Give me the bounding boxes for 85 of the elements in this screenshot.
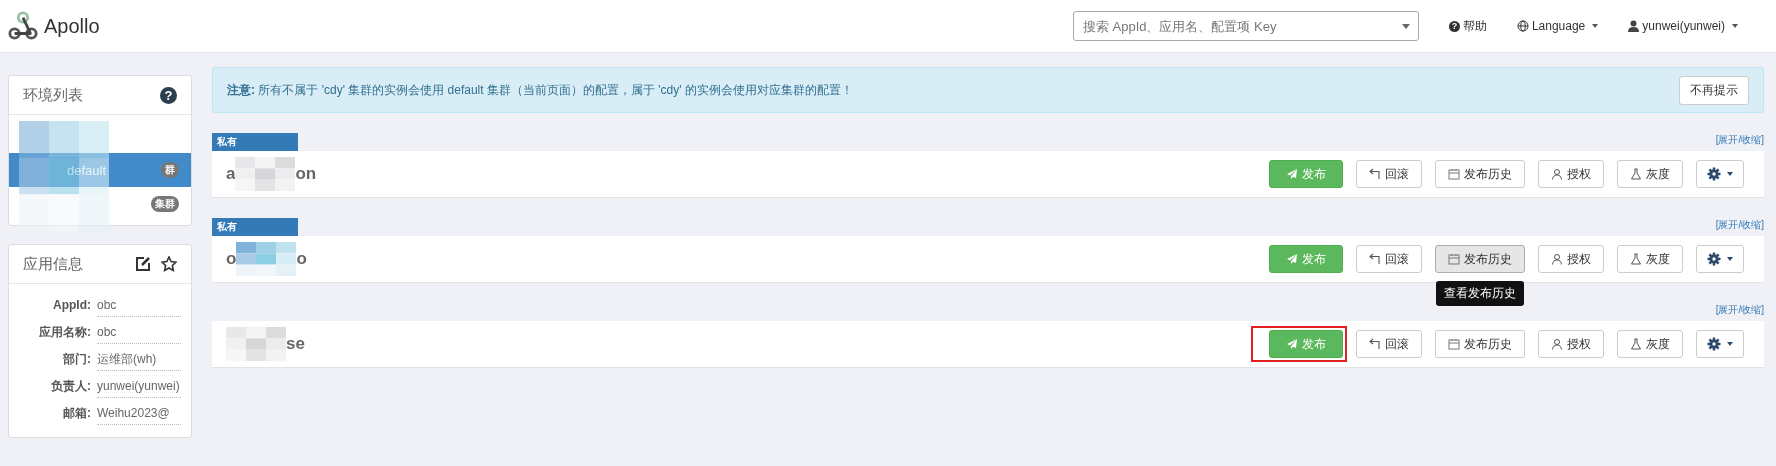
- cluster-item[interactable]: 集群: [9, 187, 191, 221]
- grant-button[interactable]: 授权: [1538, 245, 1604, 273]
- tooltip: 查看发布历史: [1436, 281, 1524, 306]
- field-value: obc: [97, 321, 181, 344]
- gear-icon: [1707, 252, 1721, 266]
- language-menu[interactable]: Language: [1516, 19, 1599, 33]
- canary-release-button[interactable]: 灰度: [1617, 160, 1683, 188]
- history-button[interactable]: 发布历史: [1435, 245, 1525, 273]
- cluster-badge: 群: [161, 162, 179, 178]
- rollback-button[interactable]: 回滚: [1356, 330, 1422, 358]
- canary-release-button[interactable]: 灰度: [1617, 330, 1683, 358]
- cluster-item[interactable]: default 群: [9, 153, 191, 187]
- field-label: 部门:: [62, 351, 92, 368]
- notice-text: 注意: 所有不属于 'cdy' 集群的实例会使用 default 集群（当前页面）的配置，属于 'cdy' 的实例会使用对应集群的配置！: [227, 81, 853, 99]
- logo-icon: [8, 11, 38, 41]
- field-value: 运维部(wh): [97, 348, 181, 371]
- namespace-name: o: [226, 249, 237, 269]
- flask-icon: [1630, 338, 1642, 350]
- expand-collapse-link[interactable]: [展开/收缩]: [1715, 133, 1764, 147]
- namespace-name: a: [226, 164, 236, 184]
- gear-icon: [1707, 167, 1721, 181]
- grant-button[interactable]: 授权: [1538, 160, 1604, 188]
- cluster-badge: 集群: [151, 196, 179, 212]
- send-icon: [1286, 253, 1298, 265]
- globe-icon: [1516, 20, 1529, 32]
- help-icon[interactable]: ?: [160, 86, 177, 104]
- redaction-mosaic: [226, 327, 286, 361]
- dismiss-button[interactable]: 不再提示: [1679, 75, 1749, 105]
- panel-title: 应用信息: [23, 254, 83, 274]
- settings-menu-button[interactable]: [1696, 330, 1744, 358]
- undo-icon: [1369, 338, 1381, 350]
- settings-menu-button[interactable]: [1696, 245, 1744, 273]
- help-icon: ?: [1448, 20, 1460, 32]
- undo-icon: [1369, 253, 1381, 265]
- namespace-tag: 私有: [212, 218, 298, 236]
- canary-release-button[interactable]: 灰度: [1617, 245, 1683, 273]
- send-icon: [1286, 168, 1298, 180]
- expand-collapse-link[interactable]: [展开/收缩]: [1715, 303, 1764, 317]
- namespace-name: o: [296, 249, 307, 269]
- namespace-name: se: [286, 334, 305, 354]
- user-menu[interactable]: yunwei(yunwei): [1628, 19, 1738, 33]
- field-value: yunwei(yunwei): [97, 375, 181, 398]
- edit-icon[interactable]: [135, 256, 151, 272]
- caret-icon: [1727, 257, 1733, 261]
- star-icon[interactable]: [161, 256, 177, 272]
- field-label: 负责人:: [50, 378, 92, 395]
- panel-title: 环境列表: [23, 85, 83, 105]
- history-button[interactable]: 发布历史: [1435, 160, 1525, 188]
- field-label: AppId:: [52, 297, 92, 314]
- expand-collapse-link[interactable]: [展开/收缩]: [1715, 218, 1764, 232]
- redaction-mosaic: [235, 157, 296, 191]
- namespace-tag: 私有: [212, 133, 298, 151]
- help-link[interactable]: ? 帮助: [1448, 17, 1487, 35]
- rollback-button[interactable]: 回滚: [1356, 245, 1422, 273]
- field-value: obc: [97, 294, 181, 317]
- user-icon: [1551, 253, 1563, 265]
- grant-button[interactable]: 授权: [1538, 330, 1604, 358]
- user-icon: [1628, 20, 1640, 32]
- field-value: Weihu2023@: [97, 402, 181, 425]
- caret-icon: [1592, 24, 1599, 28]
- search-input[interactable]: 搜索 AppId、应用名、配置项 Key: [1080, 17, 1385, 35]
- field-label: 应用名称:: [38, 324, 92, 341]
- field-label: 邮箱:: [62, 405, 92, 422]
- app-logo-text: Apollo: [44, 14, 100, 38]
- redaction-mosaic: [236, 242, 297, 276]
- user-icon: [1551, 338, 1563, 350]
- caret-icon: [1732, 24, 1738, 28]
- search-field[interactable]: 搜索 AppId、应用名、配置项 Key: [1072, 11, 1419, 41]
- cluster-name: default: [67, 162, 107, 178]
- caret-icon: [1401, 24, 1410, 29]
- user-icon: [1551, 168, 1563, 180]
- caret-icon: [1727, 172, 1733, 176]
- flask-icon: [1630, 253, 1642, 265]
- calendar-icon: [1448, 253, 1460, 265]
- history-button[interactable]: 发布历史: [1435, 330, 1525, 358]
- send-icon: [1286, 338, 1298, 350]
- caret-icon: [1727, 342, 1733, 346]
- settings-menu-button[interactable]: [1696, 160, 1744, 188]
- namespace-name: on: [295, 164, 317, 184]
- flask-icon: [1630, 168, 1642, 180]
- rollback-button[interactable]: 回滚: [1356, 160, 1422, 188]
- gear-icon: [1707, 337, 1721, 351]
- calendar-icon: [1448, 168, 1460, 180]
- calendar-icon: [1448, 338, 1460, 350]
- undo-icon: [1369, 168, 1381, 180]
